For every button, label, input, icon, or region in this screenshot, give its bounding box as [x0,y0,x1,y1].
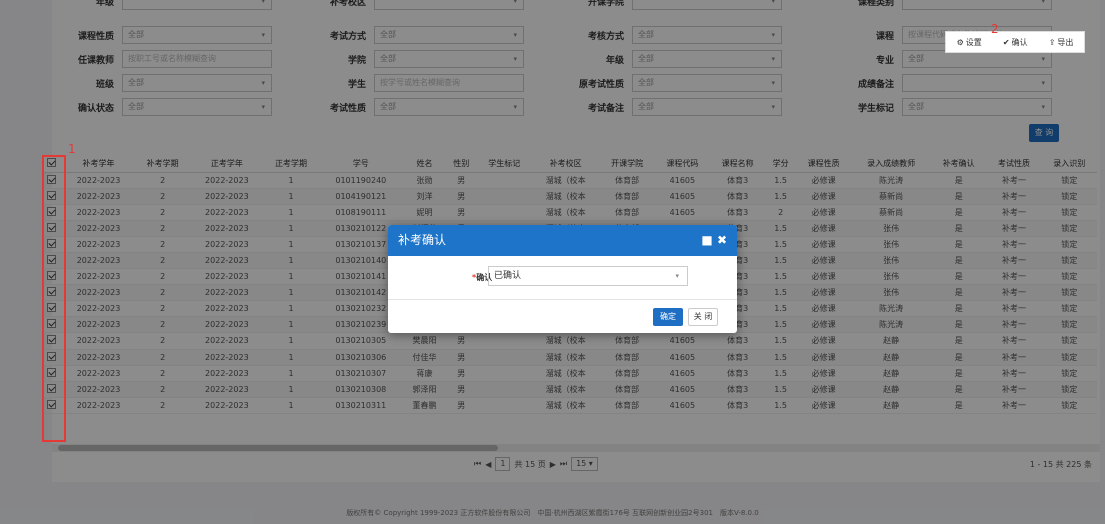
ok-button[interactable]: 确定 [653,308,683,326]
export-icon: ⇪ [1048,37,1056,47]
dialog-header: 补考确认 ■ ✖ [388,225,737,256]
checkbox-column-highlight [42,155,66,442]
settings-button[interactable]: ⚙ 设置 [957,37,982,48]
dialog-title: 补考确认 [398,233,447,247]
close-icon[interactable]: ✖ [717,233,727,247]
export-button[interactable]: ⇪ 导出 [1049,37,1074,48]
gear-icon: ⚙ [956,37,964,47]
chevron-down-icon: ▾ [675,272,679,280]
check-icon: ✔ [1002,37,1010,47]
toolbar: ⚙ 设置 ✔ 确认 ⇪ 导出 [945,31,1085,53]
close-button[interactable]: 关 闭 [688,308,718,326]
maximize-icon[interactable]: ■ [701,233,712,247]
annotation-2: 2 [991,22,999,36]
dialog-body: *确认 已确认 ▾ [388,256,737,300]
annotation-1: 1 [68,142,76,156]
confirm-button[interactable]: ✔ 确认 [1003,37,1028,48]
confirm-select[interactable]: 已确认 ▾ [488,266,688,286]
confirm-dialog: 补考确认 ■ ✖ *确认 已确认 ▾ 确定 关 闭 [388,225,737,333]
